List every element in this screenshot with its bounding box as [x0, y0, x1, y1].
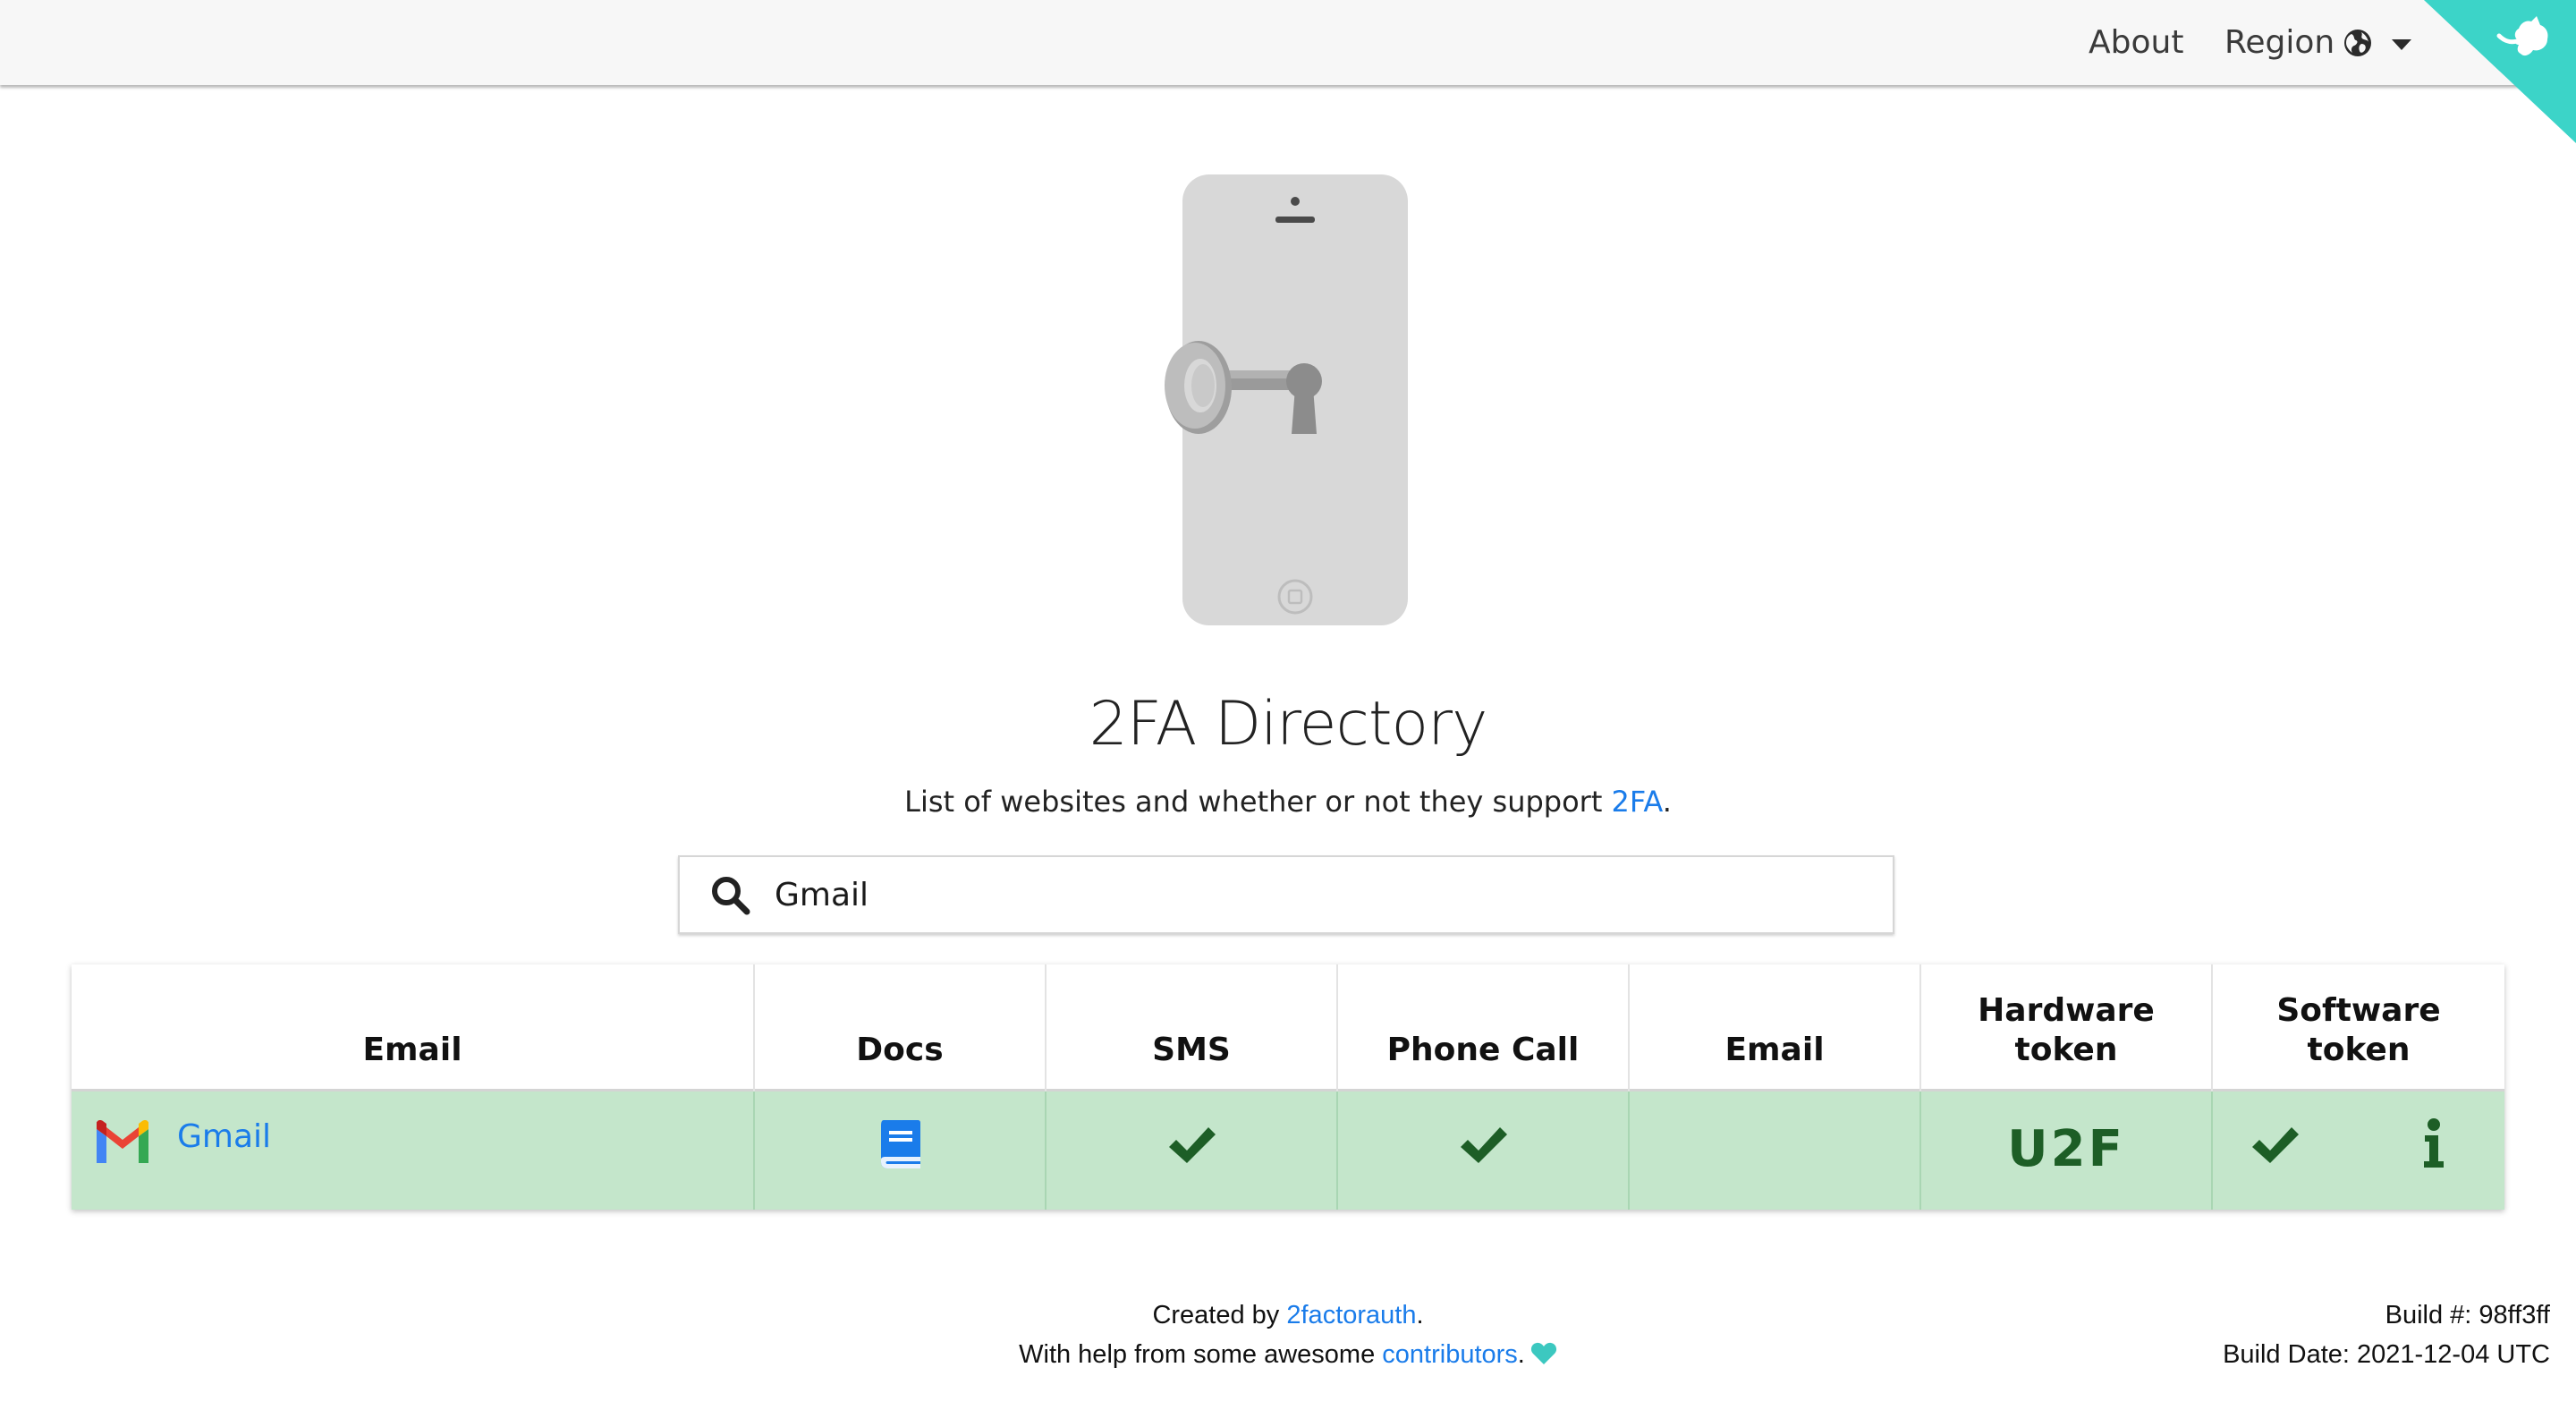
cell-site: Gmail [72, 1091, 755, 1210]
footer-help: With help from some awesome contributors… [0, 1335, 2576, 1374]
contributors-link[interactable]: contributors [1382, 1340, 1518, 1369]
table-header: Email Docs SMS Phone Call Email Hardware… [72, 964, 2504, 1091]
u2f-label[interactable]: U2F [1921, 1120, 2211, 1178]
site-name-link[interactable]: Gmail [177, 1118, 271, 1155]
subtitle-text: List of websites and whether or not they… [904, 785, 1612, 819]
column-header-docs: Docs [755, 964, 1046, 1091]
cell-software-token [2213, 1091, 2504, 1210]
footer-credits: Created by 2factorauth. With help from s… [0, 1295, 2576, 1374]
hardware-line1: Hardware [1978, 992, 2155, 1029]
column-header-label: SMS [1152, 1032, 1231, 1068]
footer-created-by: Created by 2factorauth. [0, 1295, 2576, 1335]
column-header-label: Email [1724, 1032, 1825, 1068]
column-header-label: Software token [2276, 991, 2440, 1070]
nav-about-link[interactable]: About [2089, 24, 2183, 61]
book-icon[interactable] [878, 1118, 923, 1170]
page-title: 2FA Directory [1089, 689, 1488, 760]
search-input[interactable] [775, 870, 1866, 920]
info-icon[interactable] [2420, 1118, 2447, 1168]
footer-created-by-text: Created by [1152, 1301, 1287, 1329]
software-line2: token [2307, 1032, 2411, 1068]
gmail-logo [97, 1120, 148, 1163]
github-corner-icon[interactable] [2424, 0, 2576, 143]
search-bar[interactable] [678, 855, 1894, 934]
column-header-label: Phone Call [1386, 1032, 1580, 1068]
footer-build-info: Build #: 98ff3ff Build Date: 2021-12-04 … [2223, 1295, 2550, 1374]
hardware-line2: token [2014, 1032, 2118, 1068]
chevron-down-icon [2392, 38, 2412, 50]
column-header-sms: SMS [1046, 964, 1338, 1091]
software-line1: Software [2276, 992, 2441, 1029]
column-header-site: Email [72, 964, 755, 1091]
column-header-label: Docs [856, 1032, 944, 1068]
footer-created-by-period: . [1416, 1301, 1424, 1329]
footer-help-period: . [1517, 1340, 1525, 1369]
phone-with-key-illustration [1165, 174, 1408, 625]
cell-sms [1046, 1091, 1338, 1210]
nav-region-dropdown[interactable]: Region [2224, 24, 2412, 61]
column-header-hardware-token: Hardware token [1921, 964, 2213, 1091]
column-header-phone-call: Phone Call [1338, 964, 1630, 1091]
cell-hardware-token: U2F [1921, 1091, 2213, 1210]
column-header-email: Email [1630, 964, 1921, 1091]
cell-email [1630, 1091, 1921, 1210]
table-row: Gmail U2F [72, 1091, 2504, 1210]
top-navbar: About Region [0, 0, 2576, 85]
cell-docs [755, 1091, 1046, 1210]
footer-help-text: With help from some awesome [1019, 1340, 1383, 1369]
build-date: Build Date: 2021-12-04 UTC [2223, 1340, 2550, 1369]
column-header-software-token: Software token [2213, 964, 2504, 1091]
check-icon [2252, 1127, 2299, 1163]
2fa-link[interactable]: 2FA [1612, 785, 1663, 819]
check-icon [1169, 1127, 1216, 1163]
column-header-label: Hardware token [1978, 991, 2155, 1070]
page-subtitle: List of websites and whether or not they… [0, 785, 2576, 819]
search-icon [712, 877, 750, 915]
cell-phone-call [1338, 1091, 1630, 1210]
build-number: Build #: 98ff3ff [2385, 1301, 2550, 1329]
2factorauth-link[interactable]: 2factorauth [1286, 1301, 1416, 1329]
results-table: Email Docs SMS Phone Call Email Hardware… [72, 964, 2504, 1210]
subtitle-period: . [1662, 785, 1672, 819]
check-icon [1461, 1127, 1507, 1163]
globe-icon [2344, 29, 2372, 56]
heart-icon [1530, 1342, 1556, 1364]
column-header-label: Email [362, 1032, 462, 1068]
nav-region-label: Region [2224, 24, 2335, 61]
